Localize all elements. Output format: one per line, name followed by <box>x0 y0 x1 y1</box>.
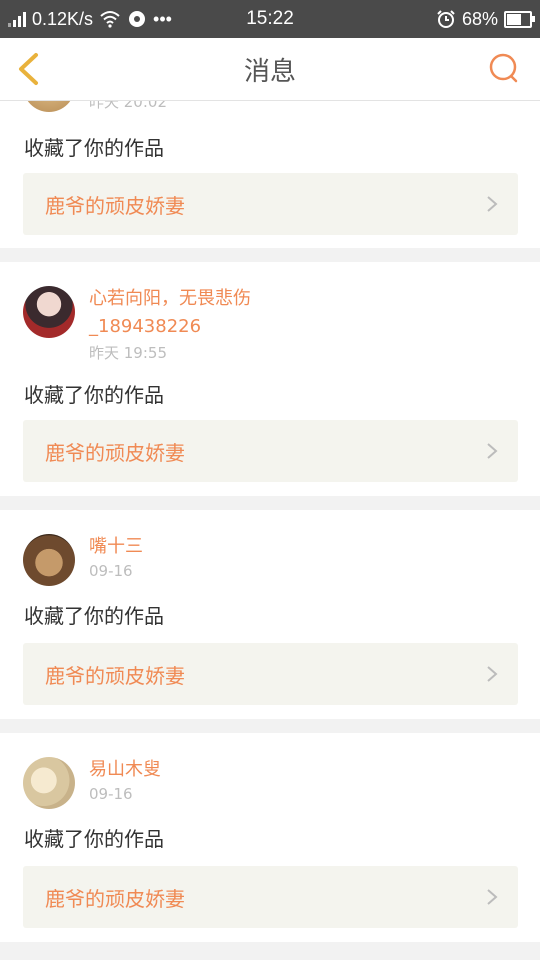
chevron-right-icon <box>487 889 498 905</box>
message-action: 收藏了你的作品 <box>24 383 164 407</box>
top-nav: 消息 <box>0 38 540 101</box>
chevron-right-icon <box>487 196 498 212</box>
message-time: 09-16 <box>89 785 133 803</box>
message-time: 昨天 19:55 <box>89 344 167 362</box>
search-icon[interactable] <box>488 52 520 84</box>
work-title: 鹿爷的顽皮娇妻 <box>45 440 185 465</box>
work-title: 鹿爷的顽皮娇妻 <box>45 193 185 218</box>
work-link[interactable]: 鹿爷的顽皮娇妻 <box>23 420 518 482</box>
avatar[interactable] <box>23 286 75 338</box>
work-link[interactable]: 鹿爷的顽皮娇妻 <box>23 643 518 705</box>
page-title: 消息 <box>243 56 296 87</box>
back-arrow-icon[interactable] <box>14 52 46 86</box>
list-item: 易山木叟 09-16 收藏了你的作品 鹿爷的顽皮娇妻 <box>0 733 540 942</box>
chevron-right-icon <box>487 443 498 459</box>
username-id[interactable]: _189438226 <box>89 314 201 340</box>
avatar[interactable] <box>23 100 75 112</box>
alarm-icon <box>437 10 455 28</box>
chevron-right-icon <box>487 666 498 682</box>
work-title: 鹿爷的顽皮娇妻 <box>45 886 185 911</box>
list-item: 昨天 20:02 收藏了你的作品 鹿爷的顽皮娇妻 <box>0 100 540 248</box>
battery-percent: 68% <box>461 8 498 29</box>
message-time: 昨天 20:02 <box>89 100 167 111</box>
work-link[interactable]: 鹿爷的顽皮娇妻 <box>23 866 518 928</box>
message-list: 昨天 20:02 收藏了你的作品 鹿爷的顽皮娇妻 心若向阳，无畏悲伤 _1894… <box>0 100 540 956</box>
username[interactable]: 嘴十三 <box>89 534 143 560</box>
message-action: 收藏了你的作品 <box>24 827 164 851</box>
avatar[interactable] <box>23 534 75 586</box>
username[interactable]: 易山木叟 <box>89 757 161 783</box>
list-item: 心若向阳，无畏悲伤 _189438226 昨天 19:55 收藏了你的作品 鹿爷… <box>0 262 540 496</box>
username[interactable]: 心若向阳，无畏悲伤 <box>89 286 251 312</box>
message-time: 09-16 <box>89 562 133 580</box>
avatar[interactable] <box>23 757 75 809</box>
message-action: 收藏了你的作品 <box>24 604 164 628</box>
list-item: 嘴十三 09-16 收藏了你的作品 鹿爷的顽皮娇妻 <box>0 510 540 719</box>
work-title: 鹿爷的顽皮娇妻 <box>45 663 185 688</box>
message-action: 收藏了你的作品 <box>24 136 164 160</box>
work-link[interactable]: 鹿爷的顽皮娇妻 <box>23 173 518 235</box>
battery-icon <box>504 10 535 28</box>
status-bar: 0.12K/s ••• 15:22 68% <box>0 0 540 38</box>
